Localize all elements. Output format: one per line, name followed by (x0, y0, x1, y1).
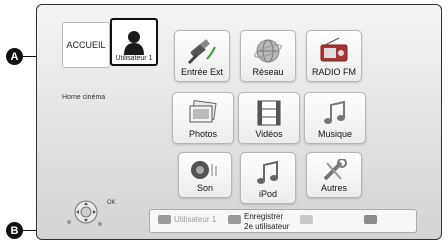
user-profile-button[interactable]: Utilisateur 1 (110, 18, 158, 66)
tile-label: Autres (320, 183, 347, 193)
red-key-label: Utilisateur 1 (174, 215, 217, 224)
tile-entree-ext[interactable]: Entrée Ext (174, 30, 230, 82)
tile-radio-fm[interactable]: RADIO FM (306, 30, 362, 82)
tile-son[interactable]: Son (178, 152, 232, 198)
tile-label: Musique (317, 129, 353, 139)
callout-b: B (6, 222, 23, 239)
red-key-swatch[interactable] (158, 215, 171, 224)
radio-icon (320, 37, 348, 62)
tile-musique[interactable]: Musique (304, 92, 366, 144)
tile-label: RADIO FM (312, 67, 356, 77)
music-note-icon (324, 100, 345, 124)
speaker-icon (191, 161, 217, 179)
tile-label: iPod (258, 189, 277, 199)
green-key-label-line2: 2e utilisateur (244, 222, 290, 231)
blue-key-swatch[interactable] (364, 215, 377, 224)
color-key-bar: Utilisateur 1 Enregistrer 2e utilisateur (149, 209, 417, 233)
tile-autres[interactable]: Autres (306, 152, 362, 198)
globe-network-icon (254, 39, 282, 63)
user-label: Utilisateur 1 (115, 55, 153, 62)
tile-label: Vidéos (255, 129, 283, 139)
yellow-key-swatch[interactable] (300, 215, 313, 224)
tile-label: Réseau (252, 67, 284, 77)
user-silhouette-icon (122, 29, 146, 55)
film-icon (257, 100, 281, 126)
wrench-icon (323, 159, 347, 181)
tile-reseau[interactable]: Réseau (240, 30, 296, 82)
green-key-label-line1: Enregistrer (244, 212, 284, 221)
remote-dpad-icon (67, 200, 102, 226)
tile-label: Photos (188, 129, 218, 139)
remote-ok-label: OK (107, 200, 116, 206)
tile-label: Entrée Ext (180, 67, 224, 77)
tile-photos[interactable]: Photos (172, 92, 234, 144)
device-name: Home cinéma (62, 94, 106, 101)
accueil-button[interactable]: ACCUEIL (62, 22, 110, 68)
ipod-note-icon (257, 160, 278, 184)
photos-icon (189, 99, 217, 123)
tile-label: Son (196, 183, 213, 193)
tile-ipod[interactable]: iPod (240, 152, 296, 204)
hdmi-plug-icon (187, 39, 216, 65)
tile-videos[interactable]: Vidéos (238, 92, 300, 144)
green-key-swatch[interactable] (228, 215, 241, 224)
accueil-label: ACCUEIL (66, 40, 106, 50)
callout-a: A (6, 48, 23, 65)
